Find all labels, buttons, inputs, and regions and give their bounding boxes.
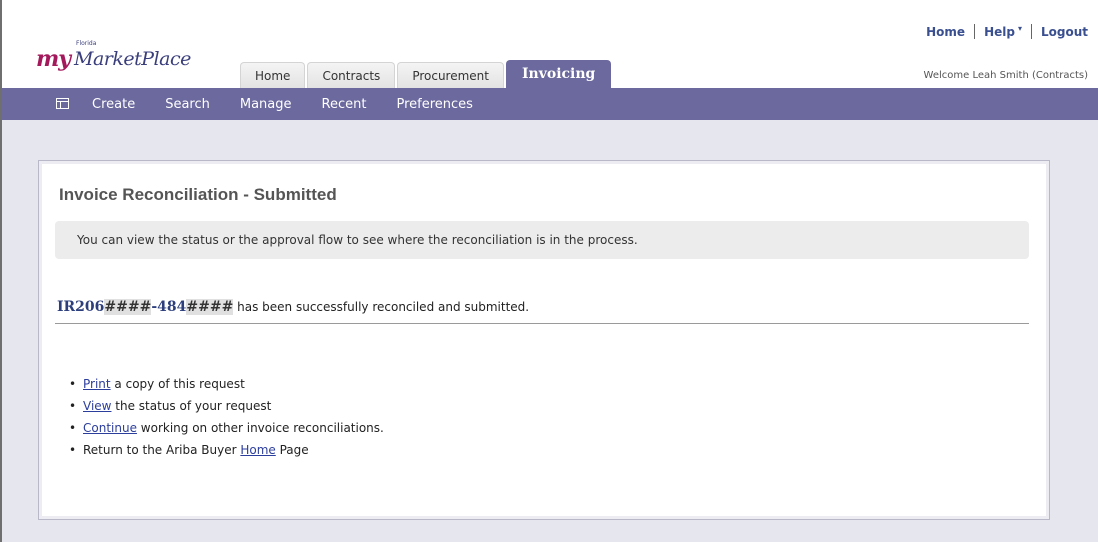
list-item: Print a copy of this request	[69, 373, 384, 395]
help-label: Help	[984, 25, 1015, 39]
view-link[interactable]: View	[83, 399, 111, 413]
nav-recent[interactable]: Recent	[322, 97, 367, 112]
tab-invoicing[interactable]: Invoicing	[506, 60, 612, 88]
info-message: You can view the status or the approval …	[55, 221, 1029, 259]
list-item: Return to the Ariba Buyer Home Page	[69, 439, 384, 461]
main-tabs: Home Contracts Procurement Invoicing	[240, 58, 613, 88]
nav-preferences[interactable]: Preferences	[396, 97, 472, 112]
top-home-link[interactable]: Home	[926, 25, 965, 39]
result-message: IR206####-484#### has been successfully …	[57, 299, 529, 315]
list-item: Continue working on other invoice reconc…	[69, 417, 384, 439]
nav-create[interactable]: Create	[92, 97, 135, 112]
logo-florida: Florida	[76, 40, 97, 47]
ariba-home-link[interactable]: Home	[240, 443, 275, 457]
continue-link[interactable]: Continue	[83, 421, 137, 435]
top-help-link[interactable]: Help ▾	[984, 24, 1022, 39]
print-link[interactable]: Print	[83, 377, 111, 391]
nav-bar: Create Search Manage Recent Preferences	[2, 88, 1098, 120]
divider	[974, 24, 976, 39]
welcome-text: Welcome Leah Smith (Contracts)	[923, 70, 1088, 81]
logo-my: my	[36, 46, 71, 72]
action-list: Print a copy of this request View the st…	[69, 373, 384, 461]
result-text: has been successfully reconciled and sub…	[237, 300, 530, 314]
divider	[1030, 24, 1032, 39]
section-divider	[55, 323, 1029, 324]
nav-search[interactable]: Search	[165, 97, 210, 112]
tab-contracts[interactable]: Contracts	[307, 62, 396, 88]
logo-marketplace: MarketPlace	[74, 48, 191, 70]
top-logout-link[interactable]: Logout	[1041, 25, 1088, 39]
header: my Florida MarketPlace Home Help ▾ Logout…	[2, 0, 1098, 88]
tab-home[interactable]: Home	[240, 62, 306, 88]
nav-manage[interactable]: Manage	[240, 97, 292, 112]
tab-procurement[interactable]: Procurement	[397, 62, 504, 88]
list-item: View the status of your request	[69, 395, 384, 417]
reconciliation-id: IR206####-484####	[57, 299, 234, 315]
top-links: Home Help ▾ Logout	[926, 24, 1088, 39]
submission-panel: Invoice Reconciliation - Submitted You c…	[38, 160, 1050, 520]
page-title: Invoice Reconciliation - Submitted	[59, 185, 337, 204]
caret-down-icon: ▾	[1017, 24, 1022, 33]
mymarketplace-logo[interactable]: my Florida MarketPlace	[36, 40, 236, 80]
menu-toggle-icon[interactable]	[56, 97, 82, 111]
